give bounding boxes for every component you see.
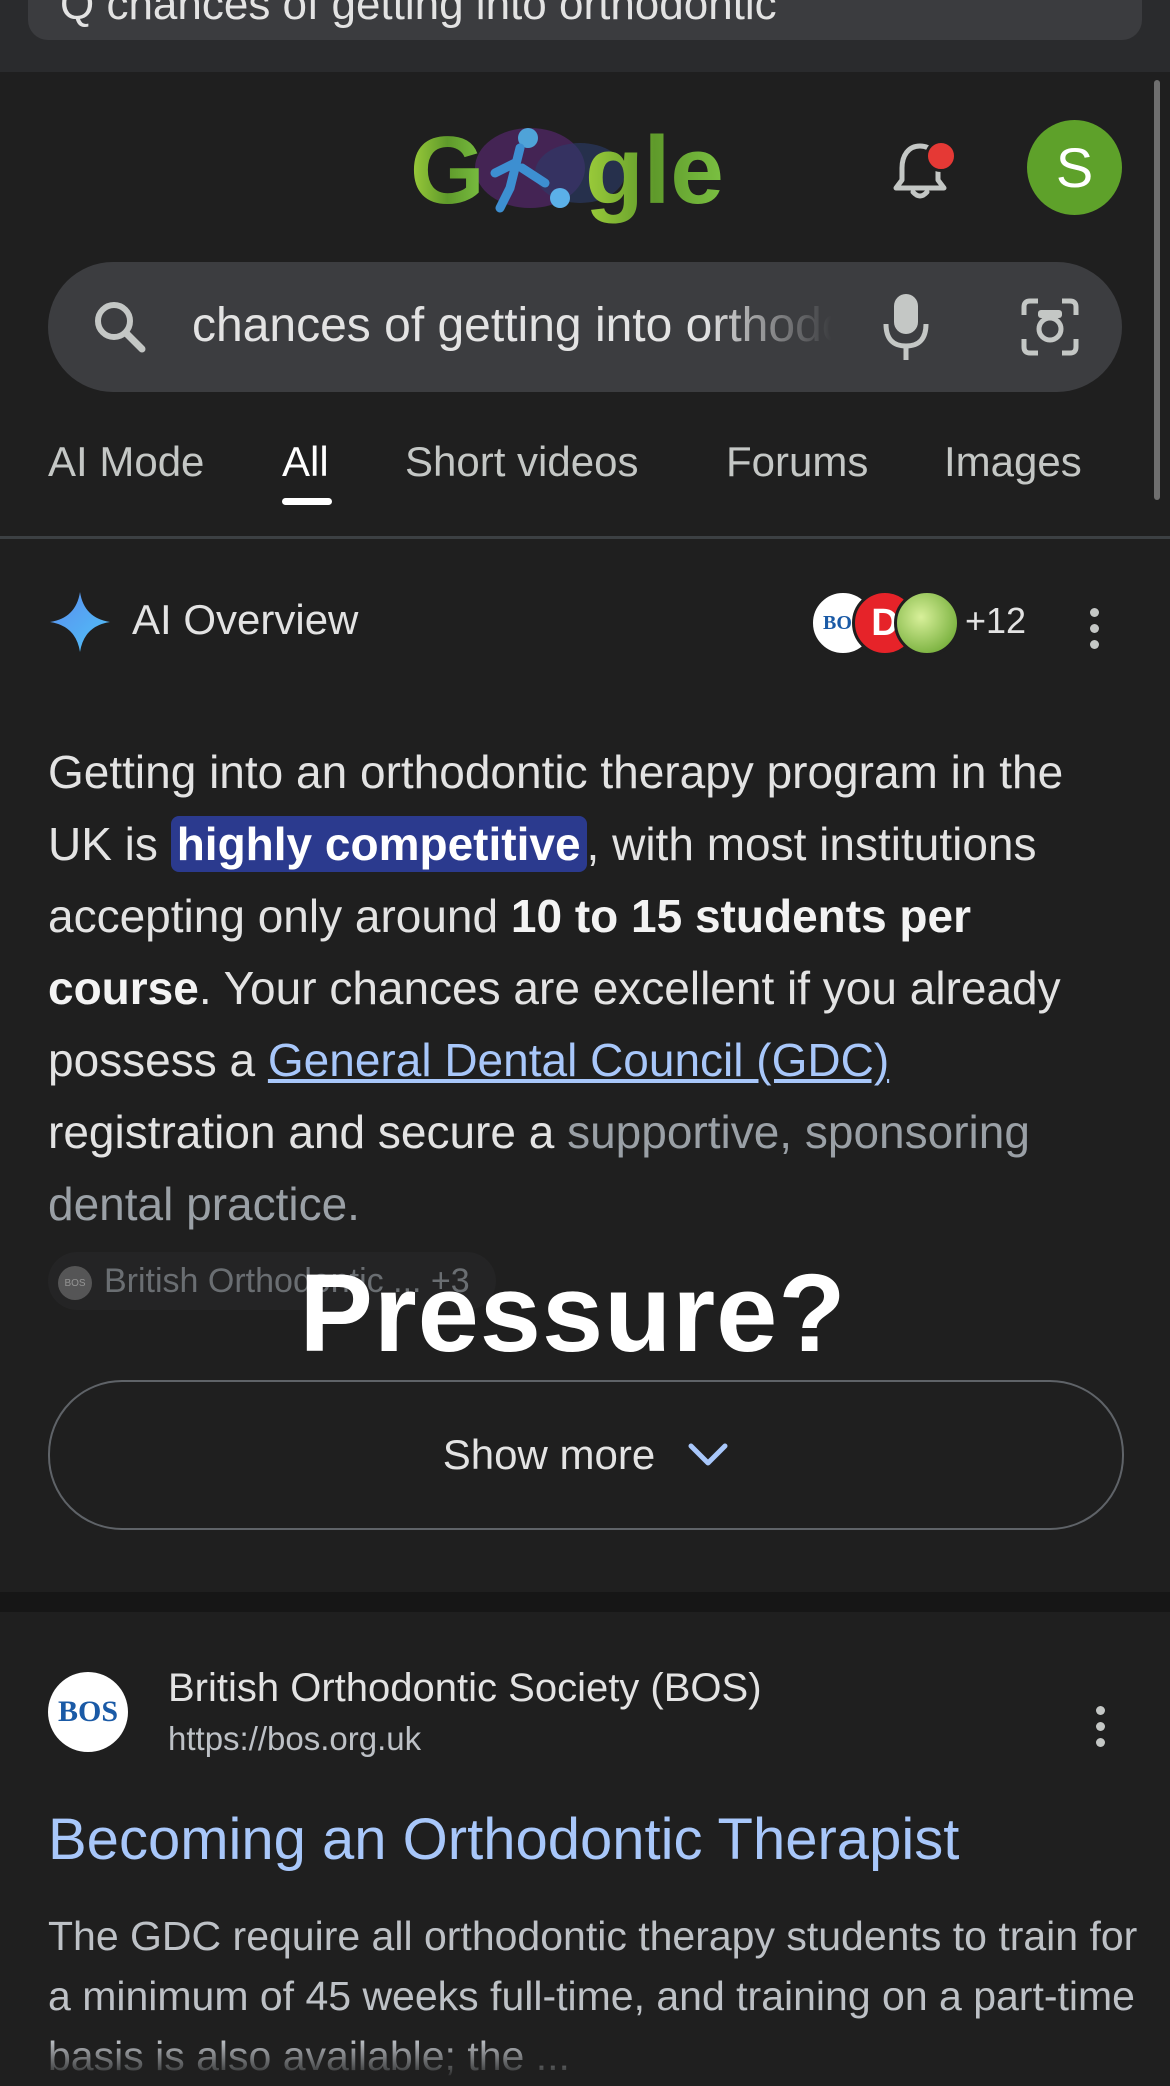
section-divider [0,1592,1170,1612]
tab-images[interactable]: Images [944,438,1082,486]
google-lens-camera-icon[interactable] [1018,295,1082,359]
ai-overview-text: Getting into an orthodontic therapy prog… [48,736,1128,1240]
video-caption-overlay: Pressure? [299,1252,847,1375]
search-input[interactable]: chances of getting into orthodontic ther… [192,298,832,353]
svg-text:G: G [410,117,485,224]
bos-favicon[interactable]: BOS [48,1672,128,1752]
show-more-label: Show more [442,1431,656,1478]
ai-text-part: registration and secure a [48,1106,568,1158]
result-site-name[interactable]: British Orthodontic Society (BOS) [168,1666,762,1711]
ai-sparkle-icon [50,592,110,652]
show-more-button[interactable]: Show more [48,1380,1124,1530]
search-icon[interactable] [88,295,152,359]
chevron-down-icon [688,1443,728,1466]
gdc-link[interactable]: General Dental Council (GDC) [268,1034,889,1086]
tab-ai-mode[interactable]: AI Mode [48,438,204,486]
active-tab-indicator [282,498,332,505]
bottom-fade [0,2040,1170,2080]
source-green-logo[interactable] [894,590,960,656]
tab-all[interactable]: All [282,438,329,486]
result-title-link[interactable]: Becoming an Orthodontic Therapist [48,1806,959,1873]
result-url[interactable]: https://bos.org.uk [168,1720,421,1758]
result-more-icon[interactable] [1096,1706,1106,1754]
account-avatar[interactable]: S [1027,120,1122,215]
scrollbar[interactable] [1154,80,1160,500]
tab-short-videos[interactable]: Short videos [405,438,638,486]
ai-overview-more-icon[interactable] [1090,608,1100,656]
source-count[interactable]: +12 [965,600,1026,642]
google-doodle-logo[interactable]: G gle [410,108,760,228]
notification-dot [925,140,957,172]
ai-overview-title: AI Overview [132,596,359,643]
address-bar-text[interactable]: Q chances of getting into orthodontic [60,0,777,30]
microphone-icon[interactable] [880,292,932,362]
tab-forums[interactable]: Forums [726,438,868,486]
tabs-divider [0,536,1170,539]
highlighted-phrase[interactable]: highly competitive [170,816,587,872]
svg-text:gle: gle [585,117,724,224]
